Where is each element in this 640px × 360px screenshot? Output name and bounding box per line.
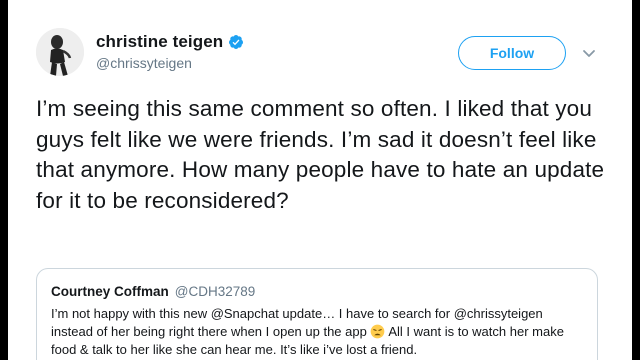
tweet-text: I’m seeing this same comment so often. I… [36, 96, 605, 213]
quoted-author-handle: @CDH32789 [174, 284, 256, 299]
chevron-down-icon[interactable] [580, 44, 598, 62]
avatar[interactable] [36, 28, 84, 76]
follow-button[interactable]: Follow [458, 36, 566, 70]
tweet-header: christine teigen @chrissyteigen Follow [36, 22, 606, 86]
author-name[interactable]: christine teigen [96, 32, 223, 52]
frame-border-right [632, 0, 640, 360]
frame-border-left [0, 0, 8, 360]
weary-face-emoji-icon [371, 324, 385, 339]
avatar-photo [36, 28, 84, 76]
quoted-tweet[interactable]: Courtney Coffman @CDH32789 I’m not happy… [36, 268, 598, 360]
author-handle[interactable]: @chrissyteigen [96, 55, 192, 71]
verified-badge-icon [229, 35, 244, 49]
quoted-author-name: Courtney Coffman [51, 284, 169, 299]
quoted-tweet-header: Courtney Coffman @CDH32789 [51, 284, 585, 299]
quoted-tweet-text: I’m not happy with this new @Snapchat up… [51, 305, 585, 359]
author-name-row: christine teigen [96, 32, 244, 52]
